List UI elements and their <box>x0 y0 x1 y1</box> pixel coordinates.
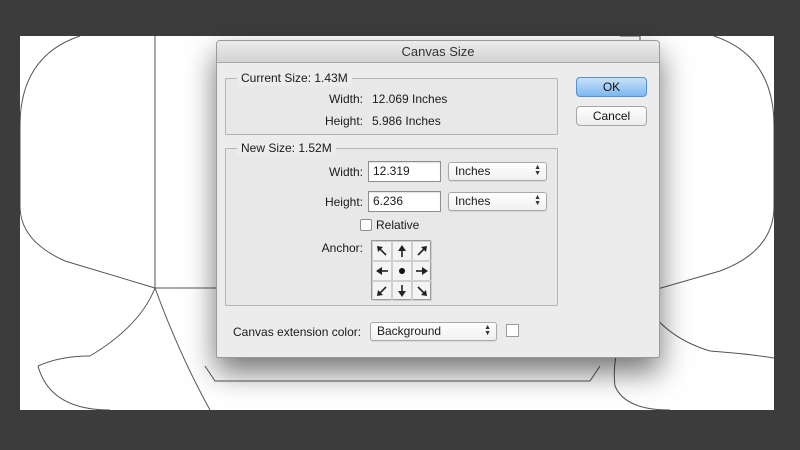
arrow-right-icon <box>416 267 428 275</box>
arrow-down-right-icon <box>417 286 427 296</box>
extension-color-swatch[interactable] <box>506 324 519 337</box>
height-input[interactable]: 6.236 <box>368 191 441 212</box>
relative-label[interactable]: Relative <box>376 217 419 233</box>
width-unit-value: Inches <box>455 164 491 178</box>
center-dot-icon <box>399 268 405 274</box>
width-unit-select[interactable]: Inches ▲ ▼ <box>448 162 547 181</box>
anchor-center[interactable] <box>392 261 412 281</box>
width-input[interactable]: 12.319 <box>368 161 441 182</box>
updown-arrows-icon: ▲ ▼ <box>484 324 491 337</box>
anchor-left[interactable] <box>372 261 392 281</box>
current-size-legend: Current Size: 1.43M <box>237 71 352 86</box>
arrow-up-right-icon <box>417 246 427 256</box>
cancel-button[interactable]: Cancel <box>576 106 647 126</box>
new-height-label: Height: <box>324 195 363 209</box>
dialog-title: Canvas Size <box>217 41 659 63</box>
new-width-label: Width: <box>328 165 363 179</box>
extension-color-value: Background <box>377 324 442 338</box>
anchor-bottom[interactable] <box>392 281 412 301</box>
current-width-value: 12.069 Inches <box>372 92 448 106</box>
arrow-down-icon <box>398 285 406 297</box>
updown-arrows-icon: ▲ ▼ <box>534 194 541 207</box>
anchor-grid <box>371 240 432 301</box>
arrow-up-icon <box>398 245 406 257</box>
extension-color-select[interactable]: Background ▲ ▼ <box>370 322 497 341</box>
anchor-bottom-left[interactable] <box>372 281 392 301</box>
current-height-label: Height: <box>324 114 363 128</box>
canvas-size-dialog: Canvas Size Current Size: 1.43M Width: 1… <box>216 40 660 358</box>
relative-checkbox[interactable] <box>360 219 372 231</box>
current-width-label: Width: <box>328 92 363 106</box>
anchor-label: Anchor: <box>321 241 363 255</box>
anchor-top-right[interactable] <box>412 241 432 261</box>
height-unit-select[interactable]: Inches ▲ ▼ <box>448 192 547 211</box>
ok-button[interactable]: OK <box>576 77 647 97</box>
anchor-bottom-right[interactable] <box>412 281 432 301</box>
new-size-legend: New Size: 1.52M <box>237 141 336 156</box>
current-height-value: 5.986 Inches <box>372 114 441 128</box>
anchor-top-left[interactable] <box>372 241 392 261</box>
anchor-top[interactable] <box>392 241 412 261</box>
anchor-right[interactable] <box>412 261 432 281</box>
height-unit-value: Inches <box>455 194 491 208</box>
extension-color-label: Canvas extension color: <box>233 325 362 339</box>
arrow-left-icon <box>376 267 388 275</box>
updown-arrows-icon: ▲ ▼ <box>534 164 541 177</box>
arrow-down-left-icon <box>377 286 387 296</box>
arrow-up-left-icon <box>377 246 387 256</box>
